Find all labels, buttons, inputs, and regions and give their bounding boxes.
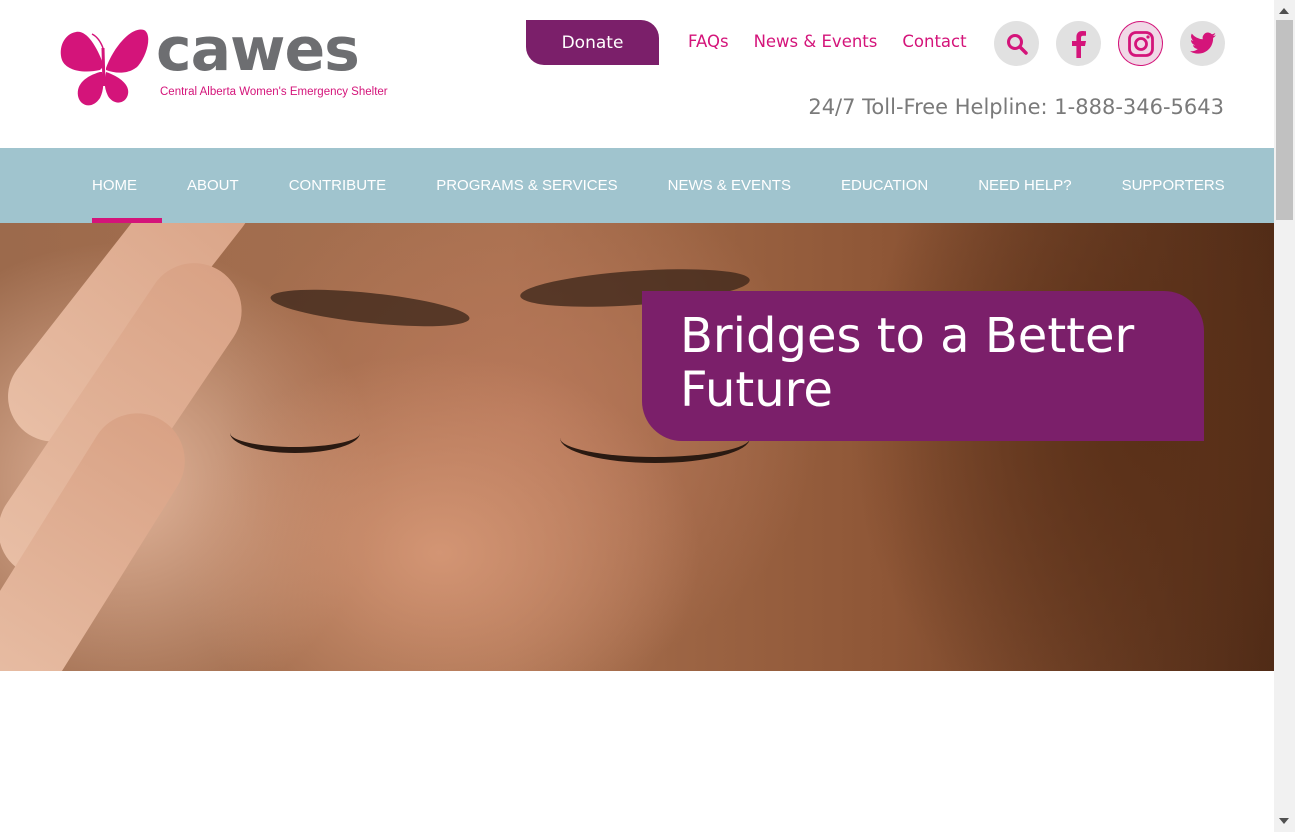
faqs-link[interactable]: FAQs (688, 32, 729, 51)
nav-item-home[interactable]: HOME (92, 148, 162, 223)
logo-wordmark: cawes (156, 15, 360, 85)
logo-tagline: Central Alberta Women's Emergency Shelte… (160, 86, 388, 98)
nav-item-need-help[interactable]: NEED HELP? (978, 148, 1071, 223)
helpline-number[interactable]: 1-888-346-5643 (1054, 95, 1224, 119)
contact-link[interactable]: Contact (902, 32, 966, 51)
nav-item-supporters[interactable]: SUPPORTERS (1122, 148, 1225, 223)
scroll-down-arrow-icon[interactable] (1279, 818, 1289, 824)
twitter-icon (1189, 31, 1216, 54)
scroll-thumb[interactable] (1276, 20, 1293, 220)
donate-button[interactable]: Donate (526, 20, 659, 65)
search-button[interactable] (994, 21, 1039, 66)
main-nav: HOME ABOUT CONTRIBUTE PROGRAMS & SERVICE… (0, 148, 1274, 223)
instagram-icon (1127, 30, 1154, 57)
social-buttons (994, 21, 1225, 66)
nav-item-news-events[interactable]: NEWS & EVENTS (668, 148, 791, 223)
scrollbar[interactable] (1274, 0, 1295, 832)
scroll-up-arrow-icon[interactable] (1279, 8, 1289, 14)
instagram-button[interactable] (1118, 21, 1163, 66)
top-links: FAQs News & Events Contact (688, 32, 967, 51)
nav-item-education[interactable]: EDUCATION (841, 148, 928, 223)
helpline: 24/7 Toll-Free Helpline: 1-888-346-5643 (808, 95, 1224, 119)
page: cawes Central Alberta Women's Emergency … (0, 0, 1274, 832)
nav-item-about[interactable]: ABOUT (187, 148, 239, 223)
search-icon (1006, 33, 1028, 55)
hero-headline: Bridges to a Better Future (680, 308, 1135, 418)
nav-item-contribute[interactable]: CONTRIBUTE (289, 148, 387, 223)
helpline-label: 24/7 Toll-Free Helpline: (808, 95, 1048, 119)
nav-item-programs-services[interactable]: PROGRAMS & SERVICES (436, 148, 617, 223)
facebook-icon (1071, 30, 1086, 58)
facebook-button[interactable] (1056, 21, 1101, 66)
butterfly-icon (60, 29, 149, 106)
hero-banner: Bridges to a Better Future (0, 223, 1274, 671)
hero-headline-box: Bridges to a Better Future (642, 291, 1204, 441)
news-events-link[interactable]: News & Events (754, 32, 878, 51)
logo[interactable]: cawes Central Alberta Women's Emergency … (56, 20, 396, 116)
twitter-button[interactable] (1180, 21, 1225, 66)
